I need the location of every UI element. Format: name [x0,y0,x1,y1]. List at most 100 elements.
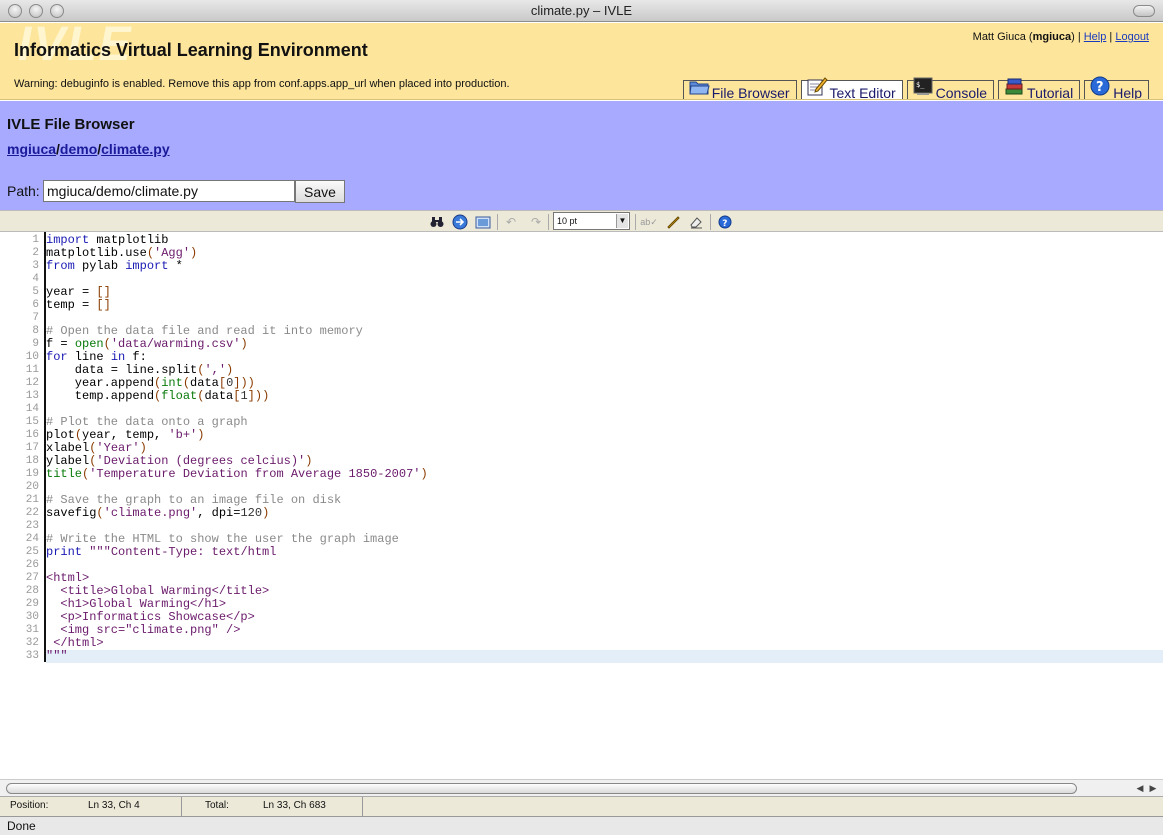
file-browser-panel: IVLE File Browser mgiuca/demo/climate.py… [0,101,1163,210]
logout-link[interactable]: Logout [1115,31,1149,43]
horizontal-scrollbar[interactable]: ◀ ▶ [0,779,1163,796]
code-line[interactable]: temp.append(float(data[1])) [46,390,1163,403]
code-line[interactable]: <img src="climate.png" /> [46,624,1163,637]
window-title: climate.py – IVLE [530,3,633,18]
line-number: 5 [32,286,39,298]
tab-label: Tutorial [1027,85,1074,100]
code-line[interactable]: # Plot the data onto a graph [46,416,1163,429]
line-number: 17 [25,442,39,454]
code-line[interactable]: </html> [46,637,1163,650]
code-line[interactable]: savefig('climate.png', dpi=120) [46,507,1163,520]
code-line[interactable]: matplotlib.use('Agg') [46,247,1163,260]
user-login: mgiuca [1032,31,1072,43]
editor-toolbar: ↶ ↷ 10 pt ▼ ab✓ ? [0,210,1163,232]
code-line[interactable]: """ [46,650,1163,663]
app-tabs: File Browser Text Editor $_ Console Tuto… [682,74,1149,100]
toolbar-separator [548,214,549,230]
tab-console[interactable]: $_ Console [906,77,995,100]
line-number: 32 [25,637,39,649]
line-number: 19 [25,468,39,480]
line-number: 12 [25,377,39,389]
scroll-left-icon[interactable]: ◀ [1134,782,1146,795]
tab-file-browser[interactable]: File Browser [682,80,797,100]
tab-label: File Browser [711,85,790,100]
line-number: 27 [25,572,39,584]
line-number: 3 [32,260,39,272]
line-number: 18 [25,455,39,467]
line-number: 11 [25,364,39,376]
line-number: 8 [32,325,39,337]
ivle-header: IVLE Informatics Virtual Learning Enviro… [0,23,1163,100]
search-binoculars-icon[interactable] [428,213,446,231]
goto-line-icon[interactable] [451,213,469,231]
code-text[interactable]: import matplotlib matplotlib.use('Agg') fr… [46,234,1163,663]
code-line[interactable] [46,273,1163,286]
code-line[interactable]: f = open('data/warming.csv') [46,338,1163,351]
status-divider [362,797,363,817]
minimize-window-button[interactable] [29,4,43,18]
path-input[interactable] [43,180,295,202]
line-number: 31 [25,624,39,636]
breadcrumb-item-demo[interactable]: demo [60,141,97,157]
breadcrumb-item-climate[interactable]: climate.py [101,141,169,157]
save-button[interactable]: Save [295,180,345,203]
debug-warning: Warning: debuginfo is enabled. Remove th… [14,78,510,90]
line-number: 25 [25,546,39,558]
line-number: 16 [25,429,39,441]
code-editor[interactable]: 1 2 3 4 5 6 7 8 9 10 11 12 13 14 15 16 17 18 19 20 21 22 23 24 2… [0,232,1163,779]
editor-status-bar: Position: Ln 33, Ch 4 Total: Ln 33, Ch 6… [0,796,1163,817]
question-icon: ? [1090,76,1110,96]
zoom-window-button[interactable] [50,4,64,18]
tab-text-editor[interactable]: Text Editor [800,77,903,99]
reset-icon[interactable] [687,213,705,231]
total-value: Ln 33, Ch 683 [263,800,326,811]
undo-icon[interactable]: ↶ [502,213,520,231]
line-number: 30 [25,611,39,623]
close-window-button[interactable] [8,4,22,18]
code-line[interactable]: import matplotlib [46,234,1163,247]
code-line[interactable]: title('Temperature Deviation from Averag… [46,468,1163,481]
code-line[interactable] [46,559,1163,572]
line-number: 1 [32,234,39,246]
breadcrumb: mgiuca/demo/climate.py [7,141,170,157]
toolbar-separator [497,214,498,230]
highlight-icon[interactable] [664,213,682,231]
font-size-select[interactable]: 10 pt ▼ [553,212,630,230]
tab-tutorial[interactable]: Tutorial [998,78,1081,100]
scrollbar-thumb[interactable] [6,783,1077,794]
breadcrumb-item-mgiuca[interactable]: mgiuca [7,141,56,157]
help-icon[interactable]: ? [716,213,734,231]
line-number: 14 [25,403,39,415]
line-number: 22 [25,507,39,519]
fullscreen-icon[interactable] [474,213,492,231]
position-label: Position: [10,800,49,811]
file-browser-title: IVLE File Browser [7,116,135,133]
line-number: 2 [32,247,39,259]
line-number: 29 [25,598,39,610]
toolbar-toggle-button[interactable] [1133,5,1155,17]
code-line[interactable]: year = [] [46,286,1163,299]
line-number: 7 [32,312,39,324]
code-line[interactable]: from pylab import * [46,260,1163,273]
tab-label: Console [935,85,988,100]
app-title: Informatics Virtual Learning Environment [14,40,368,60]
spellcheck-icon[interactable]: ab✓ [640,213,658,231]
pencil-notepad-icon [807,77,828,96]
path-label: Path: [7,183,40,199]
code-line[interactable]: print """Content-Type: text/html [46,546,1163,559]
redo-icon[interactable]: ↷ [527,213,545,231]
folder-icon [689,81,710,95]
window-titlebar: climate.py – IVLE [0,0,1163,22]
help-link[interactable]: Help [1084,31,1107,43]
code-line[interactable]: temp = [] [46,299,1163,312]
code-line[interactable]: plot(year, temp, 'b+') [46,429,1163,442]
line-number: 9 [32,338,39,350]
line-number: 6 [32,299,39,311]
line-number: 15 [25,416,39,428]
line-number: 13 [25,390,39,402]
line-number-gutter: 1 2 3 4 5 6 7 8 9 10 11 12 13 14 15 16 17 18 19 20 21 22 23 24 2… [0,234,44,663]
tab-help[interactable]: ? Help [1084,76,1149,99]
line-number: 24 [25,533,39,545]
scroll-right-icon[interactable]: ▶ [1147,782,1159,795]
terminal-icon: $_ [913,77,933,95]
